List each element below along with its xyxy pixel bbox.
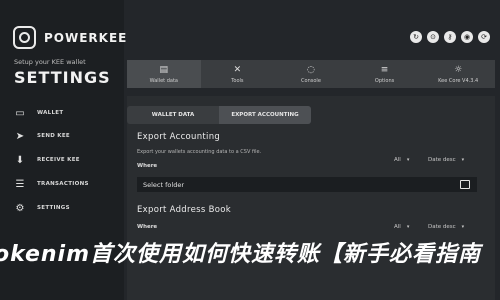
- folder-icon[interactable]: [460, 180, 470, 189]
- content-panel: [127, 96, 495, 300]
- key-icon[interactable]: ⚷: [444, 31, 456, 43]
- refresh-icon[interactable]: ↻: [410, 31, 422, 43]
- sidebar-item-receive-kee[interactable]: ⬇ RECEIVE KEE: [14, 150, 80, 170]
- tab-label: Console: [301, 77, 321, 84]
- tab-label: Kee Core V4.3.4: [438, 77, 479, 84]
- receive-icon: ⬇: [15, 154, 25, 166]
- export-accounting-title: Export Accounting: [137, 132, 221, 142]
- tab-label: Tools: [231, 77, 244, 84]
- tab-label: Options: [374, 77, 395, 84]
- overlay-caption: okenim首次使用如何快速转账【新手必看指南: [0, 242, 482, 267]
- options-icon: ≡: [380, 64, 389, 75]
- tab-kee-core[interactable]: ☼ Kee Core V4.3.4: [421, 60, 495, 88]
- subtab-wallet-data[interactable]: WALLET DATA: [127, 106, 219, 124]
- folder-placeholder: Select folder: [143, 180, 184, 189]
- sort-select[interactable]: Date desc ▾: [428, 157, 464, 163]
- sidebar-item-settings[interactable]: ⚙ SETTINGS: [14, 198, 70, 218]
- filter-select[interactable]: All ▾: [394, 224, 409, 230]
- sidebar-item-label: SETTINGS: [37, 205, 70, 211]
- tab-wallet-data[interactable]: ▤ Wallet data: [127, 60, 201, 88]
- subtab-export-accounting[interactable]: EXPORT ACCOUNTING: [219, 106, 311, 124]
- powerkee-logo-icon: [13, 26, 36, 49]
- settings-icon: ⚙: [15, 202, 25, 214]
- transactions-icon: ☰: [15, 178, 25, 190]
- where-label: Where: [137, 224, 158, 230]
- where-label: Where: [137, 163, 158, 169]
- settings-tabbar: ▤ Wallet data ✕ Tools ◌ Console ≡ Option…: [127, 60, 495, 88]
- sidebar-item-label: TRANSACTIONS: [37, 181, 89, 187]
- folder-input[interactable]: Select folder: [137, 177, 477, 192]
- sort-value: Date desc: [428, 157, 456, 163]
- sync-icon[interactable]: ⟳: [478, 31, 490, 43]
- sort-value: Date desc: [428, 224, 456, 230]
- sidebar-item-label: SEND KEE: [37, 133, 70, 139]
- sidebar-item-transactions[interactable]: ☰ TRANSACTIONS: [14, 174, 89, 194]
- lock-icon[interactable]: ⊙: [427, 31, 439, 43]
- sidebar-item-label: RECEIVE KEE: [37, 157, 80, 163]
- export-accounting-description: Export your wallets accounting data to a…: [137, 149, 262, 155]
- filter-value: All: [394, 157, 401, 163]
- network-icon[interactable]: ◉: [461, 31, 473, 43]
- sidebar-item-wallet[interactable]: ▭ WALLET: [14, 103, 63, 123]
- sort-select[interactable]: Date desc ▾: [428, 224, 464, 230]
- tab-console[interactable]: ◌ Console: [274, 60, 348, 88]
- tab-options[interactable]: ≡ Options: [348, 60, 422, 88]
- subtab-bar: WALLET DATA EXPORT ACCOUNTING: [127, 106, 311, 124]
- tools-icon: ✕: [233, 64, 242, 75]
- console-icon: ◌: [307, 64, 315, 75]
- chevron-down-icon: ▾: [406, 224, 410, 230]
- send-icon: ➤: [15, 130, 25, 142]
- export-address-book-title: Export Address Book: [137, 205, 231, 215]
- chevron-down-icon: ▾: [406, 157, 410, 163]
- core-icon: ☼: [454, 64, 463, 75]
- brand-logo: POWERKEE: [13, 26, 127, 49]
- chevron-down-icon: ▾: [461, 224, 465, 230]
- chevron-down-icon: ▾: [461, 157, 465, 163]
- tab-label: Wallet data: [149, 77, 178, 84]
- tab-tools[interactable]: ✕ Tools: [201, 60, 275, 88]
- filter-value: All: [394, 224, 401, 230]
- brand-name: POWERKEE: [44, 30, 128, 45]
- database-icon: ▤: [159, 64, 169, 75]
- wallet-icon: ▭: [15, 107, 25, 119]
- setup-subtitle: Setup your KEE wallet: [14, 58, 86, 66]
- top-toolbar: ↻ ⊙ ⚷ ◉ ⟳: [410, 31, 490, 43]
- sidebar-item-label: WALLET: [37, 110, 64, 116]
- sidebar-item-send-kee[interactable]: ➤ SEND KEE: [14, 126, 70, 146]
- setup-title: SETTINGS: [14, 68, 111, 87]
- filter-select[interactable]: All ▾: [394, 157, 409, 163]
